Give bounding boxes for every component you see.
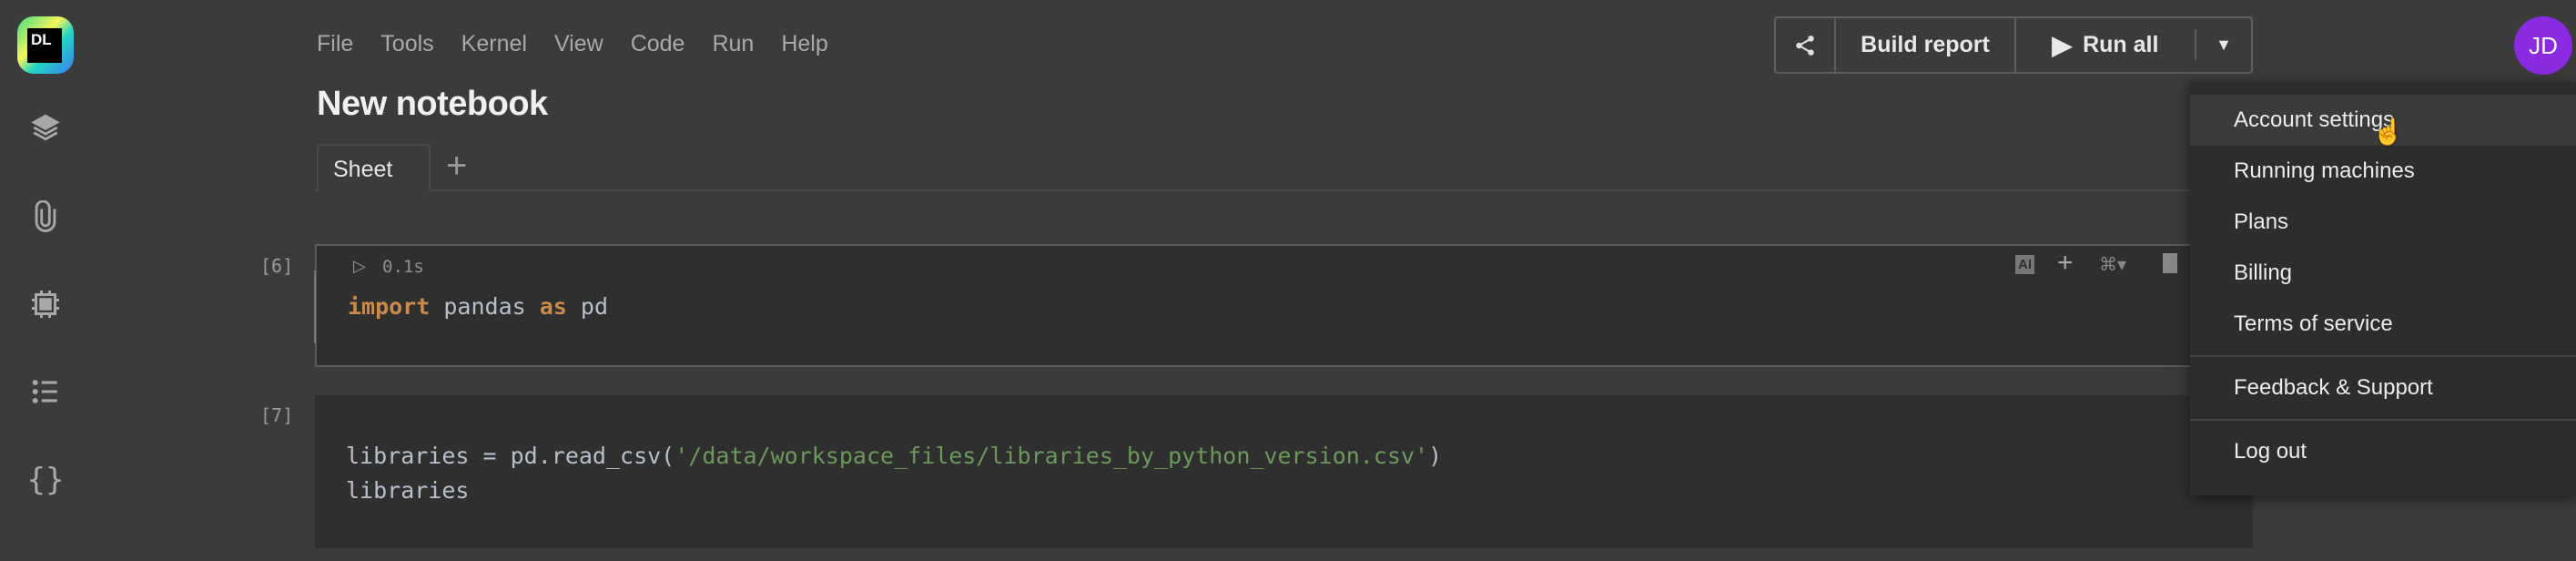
tab-divider — [315, 189, 2190, 191]
ai-icon[interactable]: AI — [2015, 255, 2034, 274]
python-language-icon[interactable]: ⌘▾ — [2099, 253, 2126, 276]
keyword: as — [539, 293, 567, 320]
menu-item-plans[interactable]: Plans — [2190, 197, 2576, 248]
menu-item-terms[interactable]: Terms of service — [2190, 299, 2576, 350]
paperclip-icon[interactable] — [27, 199, 64, 235]
run-options-dropdown[interactable]: ▼ — [2195, 29, 2251, 60]
user-avatar[interactable]: JD — [2514, 16, 2572, 75]
braces-icon[interactable]: {} — [27, 462, 65, 498]
share-button[interactable] — [1776, 18, 1836, 72]
run-all-button[interactable]: ▶ Run all — [2016, 18, 2195, 72]
code-cell[interactable]: libraries = pd.read_csv('/data/workspace… — [315, 395, 2253, 548]
menu-help[interactable]: Help — [781, 31, 827, 57]
code-line[interactable]: libraries = pd.read_csv('/data/workspace… — [346, 443, 1442, 469]
menu-file[interactable]: File — [317, 31, 353, 57]
execution-count: [6] — [260, 255, 294, 277]
menu-view[interactable]: View — [554, 31, 603, 57]
tab-sheet[interactable]: Sheet — [317, 144, 431, 191]
build-report-button[interactable]: Build report — [1836, 18, 2016, 72]
layers-icon[interactable] — [27, 109, 64, 146]
app-logo[interactable]: DL — [17, 16, 74, 74]
menu-item-log-out[interactable]: Log out — [2190, 426, 2576, 477]
execution-count: [7] — [260, 404, 294, 426]
hand-cursor-icon: ☝ — [2372, 117, 2404, 146]
keyword: import — [348, 293, 431, 320]
code-text: ) — [1428, 443, 1443, 469]
add-cell-icon[interactable]: + — [2057, 248, 2074, 279]
trash-icon[interactable] — [2163, 253, 2177, 273]
menu-run[interactable]: Run — [712, 31, 754, 57]
list-icon[interactable] — [27, 373, 64, 410]
code-text: pd — [566, 293, 608, 320]
code-text: pandas — [430, 293, 540, 320]
logo-text: DL — [27, 28, 62, 63]
share-icon — [1796, 35, 1814, 56]
chip-icon[interactable] — [27, 286, 64, 322]
chevron-down-icon: ▼ — [2216, 35, 2232, 54]
menu-item-billing[interactable]: Billing — [2190, 248, 2576, 299]
add-tab-button[interactable]: + — [446, 144, 467, 188]
cell-fold-guide[interactable] — [314, 270, 325, 343]
code-cell[interactable]: ▷ 0.1s import pandas as pd AI + ⌘▾ — [315, 244, 2253, 367]
menu-item-running-machines[interactable]: Running machines — [2190, 146, 2576, 197]
menu-divider — [2190, 355, 2576, 357]
code-text: libraries = pd.read_csv( — [346, 443, 675, 469]
menu-kernel[interactable]: Kernel — [461, 31, 527, 57]
menu-bar: File Tools Kernel View Code Run Help — [317, 31, 828, 57]
code-line[interactable]: import pandas as pd — [348, 293, 608, 320]
notebook-toolbar: Build report ▶ Run all ▼ — [1774, 16, 2253, 74]
string-literal: '/data/workspace_files/libraries_by_pyth… — [674, 443, 1429, 469]
menu-divider — [2190, 419, 2576, 421]
exec-time: 0.1s — [382, 257, 424, 277]
menu-tools[interactable]: Tools — [380, 31, 433, 57]
menu-code[interactable]: Code — [631, 31, 685, 57]
run-all-label: Run all — [2083, 32, 2159, 57]
run-cell-icon[interactable]: ▷ — [353, 257, 366, 276]
play-icon: ▶ — [2052, 31, 2073, 59]
menu-item-feedback[interactable]: Feedback & Support — [2190, 362, 2576, 413]
code-line[interactable]: libraries — [346, 477, 469, 504]
page-title[interactable]: New notebook — [317, 85, 548, 124]
